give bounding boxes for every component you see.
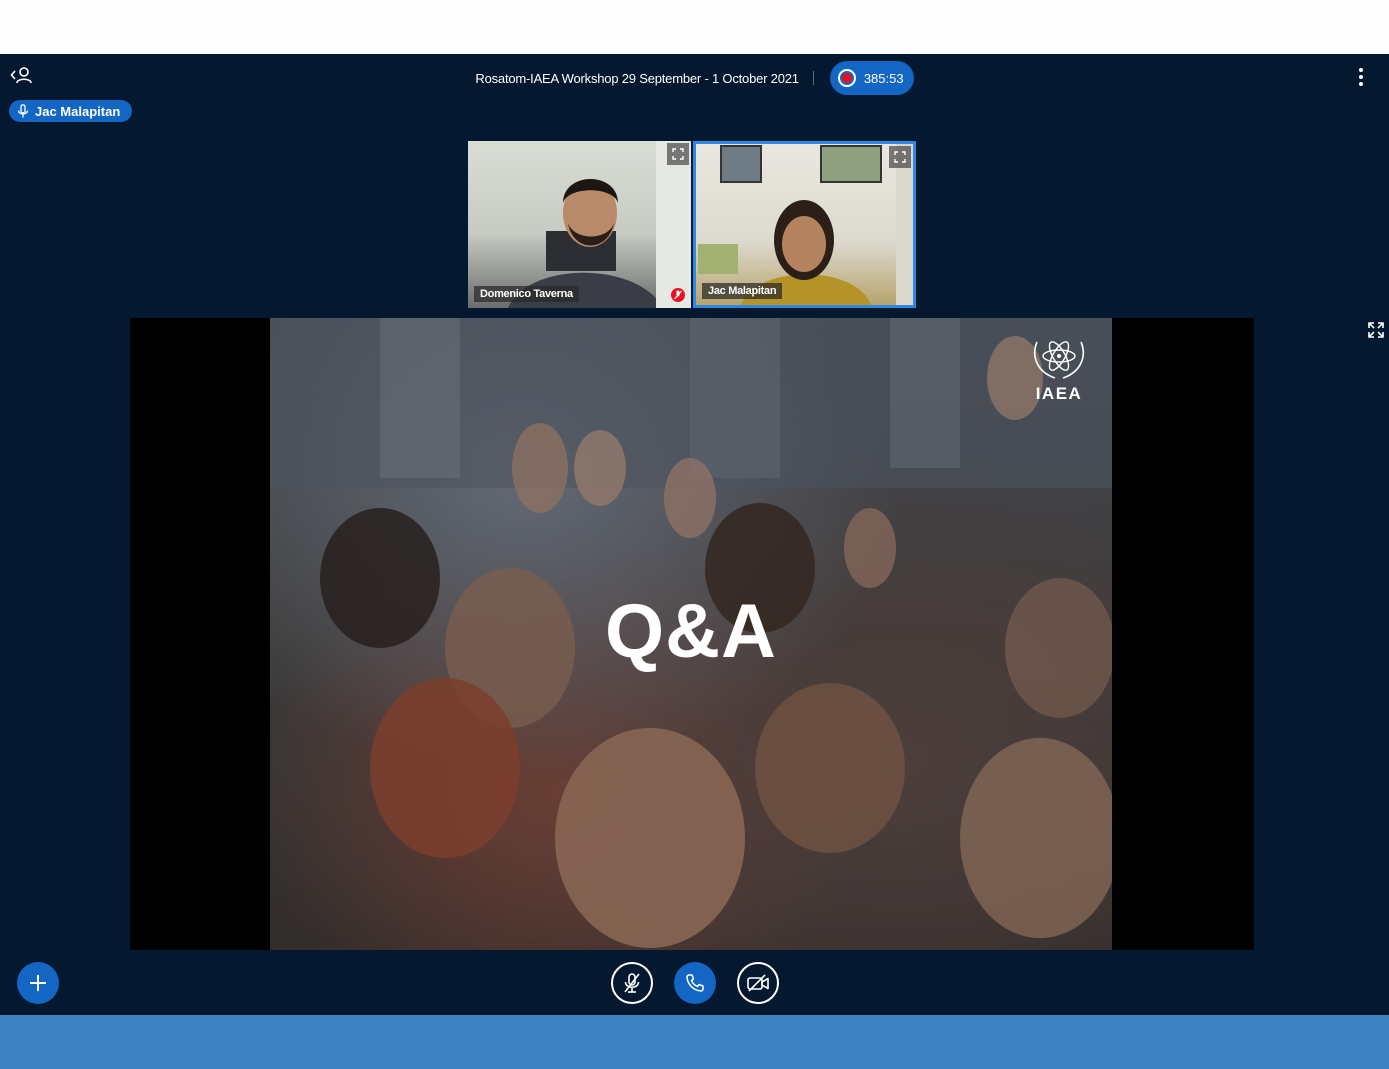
- browser-top-area: [0, 0, 1389, 54]
- recording-timer: 385:53: [863, 70, 904, 86]
- participant-name: Domenico Taverna: [474, 286, 579, 302]
- more-vertical-icon: [1359, 68, 1363, 72]
- expand-tile-button[interactable]: [889, 146, 911, 168]
- participant-name: Jac Malapitan: [702, 283, 783, 299]
- expand-icon: [1368, 322, 1384, 338]
- participant-video: [468, 141, 691, 308]
- recording-indicator[interactable]: 385:53: [829, 61, 914, 95]
- call-title: Rosatom-IAEA Workshop 29 September - 1 O…: [475, 70, 799, 86]
- iaea-logo: IAEA: [1026, 334, 1092, 404]
- expand-tile-button[interactable]: [667, 143, 689, 165]
- participant-tile[interactable]: Domenico Taverna: [468, 141, 691, 308]
- atom-laurel-icon: [1033, 341, 1085, 379]
- phone-icon: [685, 974, 704, 992]
- participant-tile-active[interactable]: Jac Malapitan: [693, 141, 916, 308]
- logo-text: IAEA: [1035, 384, 1083, 403]
- record-dot-icon: [837, 69, 856, 87]
- expand-stage-button[interactable]: [1367, 321, 1385, 339]
- muted-indicator: [671, 288, 685, 302]
- header-divider: [812, 71, 814, 85]
- call-window: Jac Malapitan Rosatom-IAEA Workshop 29 S…: [0, 54, 1389, 1015]
- expand-icon: [672, 148, 684, 160]
- hang-up-button[interactable]: [673, 962, 716, 1004]
- microphone-icon: [17, 104, 29, 118]
- toggle-camera-button[interactable]: [736, 962, 779, 1004]
- call-controls: [0, 962, 1389, 1004]
- active-speaker-badge: Jac Malapitan: [9, 100, 133, 122]
- participant-video: [696, 144, 913, 305]
- presentation-slide: Q&A IAEA: [270, 318, 1112, 950]
- active-speaker-name: Jac Malapitan: [35, 103, 121, 119]
- more-options-button[interactable]: [1353, 68, 1369, 86]
- camera-off-icon: [746, 974, 769, 992]
- slide-title: Q&A: [605, 589, 777, 674]
- bottom-taskbar: [0, 1015, 1389, 1069]
- shared-content-stage: Q&A IAEA: [130, 318, 1254, 950]
- microphone-off-icon: [674, 290, 682, 300]
- participant-video-frame: [508, 141, 691, 308]
- mute-microphone-button[interactable]: [610, 962, 653, 1004]
- microphone-off-icon: [623, 973, 640, 993]
- call-header: Rosatom-IAEA Workshop 29 September - 1 O…: [0, 61, 1389, 95]
- expand-icon: [894, 151, 906, 163]
- participant-video-frame: [698, 144, 913, 305]
